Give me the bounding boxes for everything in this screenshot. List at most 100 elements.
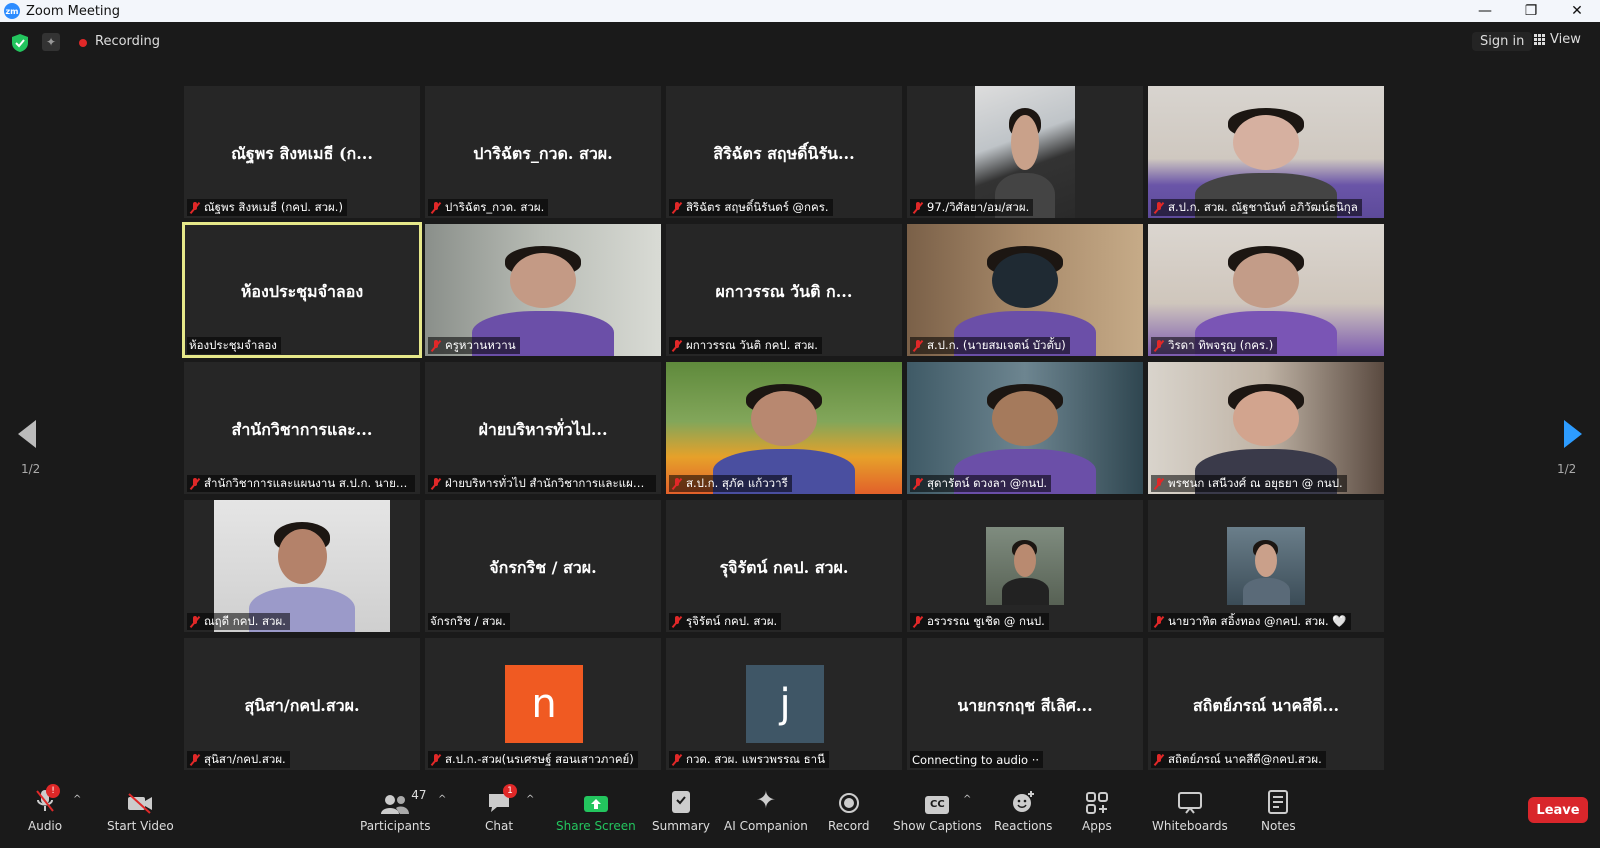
summary-label: Summary [652, 819, 710, 833]
participant-tile[interactable]: n ส.ป.ก.-สวผ(นรเศรษฐ์ สอนเสาวภาคย์) [425, 638, 661, 770]
reactions-button[interactable]: Reactions [994, 786, 1052, 833]
participant-name-label: รุจิรัตน์ กคป. สวผ. [669, 613, 782, 630]
summary-button[interactable]: Summary [652, 786, 710, 833]
participant-tile[interactable]: สุดารัตน์ ดวงลา @กนป. [907, 362, 1143, 494]
ai-companion-label: AI Companion [724, 819, 808, 833]
show-captions-label: Show Captions [893, 819, 982, 833]
notes-button[interactable]: Notes [1261, 786, 1296, 833]
participant-tile[interactable]: พรชนก เสนีวงศ์ ณ อยุธยา @ กนป. [1148, 362, 1384, 494]
muted-mic-icon [1153, 754, 1165, 766]
participant-face [992, 253, 1058, 308]
avatar: j [746, 665, 824, 743]
participant-tile[interactable]: j กวด. สวผ. แพรวพรรณ ธานี [666, 638, 902, 770]
leave-button[interactable]: Leave [1528, 797, 1588, 823]
chat-options-caret-icon[interactable]: ^ [526, 794, 534, 805]
share-screen-icon [583, 786, 608, 814]
captions-options-caret-icon[interactable]: ^ [963, 794, 971, 805]
meeting-top-bar: ✦ Recording Sign in View [0, 22, 1600, 64]
participant-tile[interactable]: นายกรกฤช สีเลิศ... Connecting to audio ·· [907, 638, 1143, 770]
participant-face [1233, 391, 1299, 446]
participant-tile[interactable]: ฝ่ายบริหารทั่วไป... ฝ่ายบริหารทั่วไป สำนั… [425, 362, 661, 494]
participant-name-label: สำนักวิชาการและแผนงาน ส.ป.ก. นายอุกฤ... [187, 475, 415, 492]
participant-tile[interactable]: ครูหวานหวาน [425, 224, 661, 356]
previous-page-arrow-icon[interactable] [18, 420, 36, 448]
participant-tile[interactable]: ส.ป.ก. สุภัค แก้ววารี [666, 362, 902, 494]
participant-face [278, 529, 327, 584]
share-screen-button[interactable]: Share Screen [556, 786, 636, 833]
minimize-button[interactable]: — [1462, 0, 1508, 22]
ai-companion-button[interactable]: ✦ AI Companion [724, 786, 808, 833]
participant-tile[interactable]: ผกาวรรณ วันติ ก... ผกาวรรณ วันติ กคป. สวผ… [666, 224, 902, 356]
record-button[interactable]: Record [828, 786, 869, 833]
participant-label-text: ฝ่ายบริหารทั่วไป สำนักวิชาการและแผนงาน [445, 476, 652, 490]
participant-tile[interactable]: รุจิรัตน์ กคป. สวผ. รุจิรัตน์ กคป. สวผ. [666, 500, 902, 632]
participant-tile[interactable]: ปาริฉัตร_กวด. สวผ. ปาริฉัตร_กวด. สวผ. [425, 86, 661, 218]
audio-options-caret-icon[interactable]: ^ [73, 794, 81, 805]
participant-name-label: 97./วิศัลยา/อม/สวผ. [910, 199, 1034, 216]
apps-button[interactable]: Apps [1082, 786, 1112, 833]
participant-tile[interactable]: ณฤดี กคป. สวผ. [184, 500, 420, 632]
participant-tile[interactable]: สำนักวิชาการและ... สำนักวิชาการและแผนงาน … [184, 362, 420, 494]
participant-tile[interactable]: สุนิสา/กคป.สวผ. สุนิสา/กคป.สวผ. [184, 638, 420, 770]
participant-name-label: กวด. สวผ. แพรวพรรณ ธานี [669, 751, 829, 768]
participant-label-text: ผกาวรรณ วันติ กคป. สวผ. [686, 338, 818, 352]
notes-icon [1268, 786, 1289, 814]
next-page-arrow-icon[interactable] [1564, 420, 1582, 448]
participant-tile[interactable]: นายวาทิต สอิ้งทอง @กคป. สวผ. 🤍 [1148, 500, 1384, 632]
audio-button[interactable]: ! Audio [28, 784, 63, 833]
audio-label: Audio [28, 819, 63, 833]
security-shield-icon[interactable] [12, 34, 28, 52]
participant-tile[interactable]: สถิตย์ภรณ์ นาคสีดี... สถิตย์ภรณ์ นาคสีดี@… [1148, 638, 1384, 770]
chat-unread-badge: 1 [503, 784, 518, 798]
maximize-button[interactable]: ❐ [1508, 0, 1554, 22]
sign-in-button[interactable]: Sign in [1472, 32, 1533, 51]
participant-tile[interactable]: ห้องประชุมจำลอง ห้องประชุมจำลอง [182, 222, 422, 358]
audio-warning-badge: ! [46, 784, 61, 798]
ai-sparkle-icon[interactable]: ✦ [42, 33, 60, 51]
view-label: View [1550, 32, 1581, 47]
participant-name-label: ส.ป.ก. สวผ. ณัฐชานันท์ อภิวัฒน์ธนิกุล [1151, 199, 1362, 216]
participant-tile[interactable]: จักรกริช / สวผ. จักรกริช / สวผ. [425, 500, 661, 632]
participants-options-caret-icon[interactable]: ^ [438, 794, 446, 805]
recording-label[interactable]: Recording [95, 34, 160, 49]
meeting-toolbar: ! Audio ^ Start Video 47 Participants ^ … [0, 780, 1600, 848]
participant-label-text: 97./วิศัลยา/อม/สวผ. [927, 200, 1030, 214]
participant-display-name: ผกาวรรณ วันติ ก... [715, 282, 853, 301]
participant-tile[interactable]: ส.ป.ก. (นายสมเจตน์ บัวตั้บ) [907, 224, 1143, 356]
participant-label-text: ส.ป.ก. (นายสมเจตน์ บัวตั้บ) [927, 338, 1066, 352]
chat-button[interactable]: 1 Chat [485, 784, 518, 833]
participant-name-label: วิรดา ทิพจรุญ (กคร.) [1151, 337, 1278, 354]
participant-label-text: ส.ป.ก. สุภัค แก้ววารี [686, 476, 788, 490]
participant-display-name: รุจิรัตน์ กคป. สวผ. [719, 558, 849, 577]
participant-tile[interactable]: สิริฉัตร สฤษดิ์นิรัน... สิริฉัตร สฤษดิ์นิ… [666, 86, 902, 218]
reactions-label: Reactions [994, 819, 1053, 833]
muted-mic-icon [189, 616, 201, 628]
participant-body [1002, 578, 1049, 605]
start-video-button[interactable]: Start Video [107, 786, 174, 833]
participants-button[interactable]: 47 Participants [360, 786, 431, 833]
participant-tile[interactable]: ส.ป.ก. สวผ. ณัฐชานันท์ อภิวัฒน์ธนิกุล [1148, 86, 1384, 218]
participant-face [1255, 544, 1277, 577]
chat-icon: 1 [487, 784, 518, 814]
participant-label-text: ส.ป.ก. สวผ. ณัฐชานันท์ อภิวัฒน์ธนิกุล [1168, 200, 1358, 214]
participant-name-label: สุนิสา/กคป.สวผ. [187, 751, 290, 768]
participant-tile[interactable]: ณัฐพร สิงหเมธี (ก... ณัฐพร สิงหเมธี (กคป.… [184, 86, 420, 218]
start-video-label: Start Video [107, 819, 174, 833]
whiteboards-label: Whiteboards [1152, 819, 1228, 833]
apps-icon [1085, 786, 1108, 814]
participant-label-text: ณฤดี กคป. สวผ. [204, 614, 286, 628]
view-button[interactable]: View [1534, 32, 1581, 47]
participant-display-name: ณัฐพร สิงหเมธี (ก... [231, 144, 373, 163]
participant-display-name: ฝ่ายบริหารทั่วไป... [478, 420, 608, 439]
whiteboards-button[interactable]: Whiteboards [1152, 786, 1228, 833]
participant-label-text: ครูหวานหวาน [445, 338, 516, 352]
close-button[interactable]: ✕ [1554, 0, 1600, 22]
muted-mic-icon [430, 478, 442, 490]
participant-label-text: อรวรรณ ชูเชิด @ กนป. [927, 614, 1045, 628]
summary-icon [671, 786, 691, 814]
participant-tile[interactable]: อรวรรณ ชูเชิด @ กนป. [907, 500, 1143, 632]
participant-tile[interactable]: 97./วิศัลยา/อม/สวผ. [907, 86, 1143, 218]
participant-body [1243, 578, 1290, 605]
page-indicator-right: 1/2 [1557, 462, 1577, 476]
participant-tile[interactable]: วิรดา ทิพจรุญ (กคร.) [1148, 224, 1384, 356]
